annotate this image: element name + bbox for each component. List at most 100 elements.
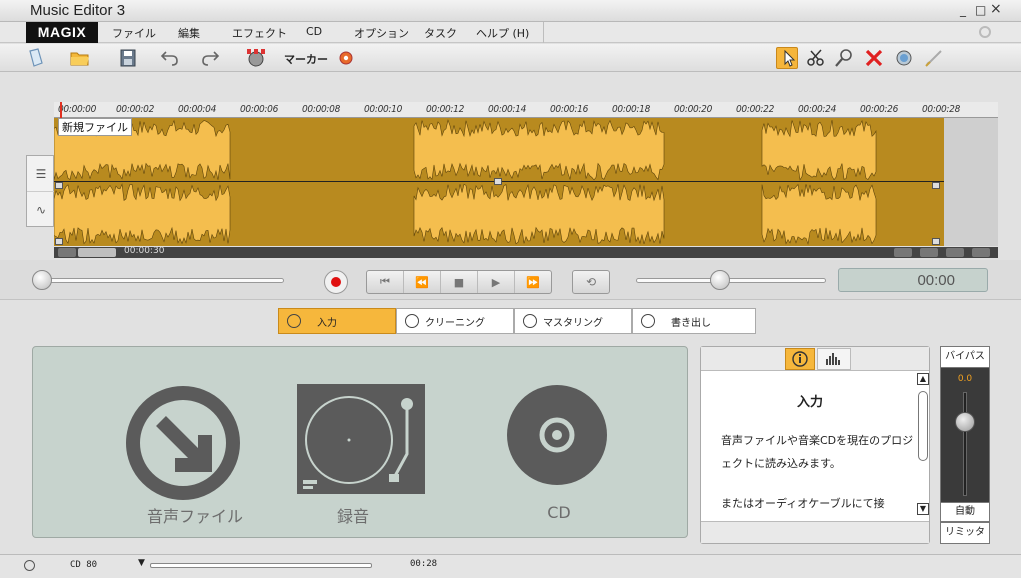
- waveform-segment: [761, 183, 877, 245]
- bypass-button[interactable]: バイパス: [940, 346, 990, 368]
- input-tab-icon: [287, 314, 301, 328]
- workflow-tabs: 入力 クリーニング マスタリング 書き出し: [278, 308, 756, 334]
- cd-capacity-bar: [150, 563, 372, 568]
- fade-handle[interactable]: [55, 182, 63, 189]
- menu-edit[interactable]: 編集: [178, 25, 200, 41]
- scroll-up-icon[interactable]: ▲: [917, 373, 929, 385]
- help-status-icon[interactable]: [979, 26, 991, 38]
- level-meter-tab[interactable]: [817, 348, 851, 370]
- info-icon: [792, 351, 808, 367]
- redo-icon[interactable]: [200, 48, 220, 68]
- timeline-scrollbar[interactable]: 00:00:30: [54, 246, 998, 258]
- meter-value: 0.0: [957, 374, 973, 384]
- level-fader-track[interactable]: [963, 392, 967, 496]
- marker-label[interactable]: マーカー: [284, 51, 328, 67]
- auto-button[interactable]: 自動: [940, 502, 990, 522]
- menu-options[interactable]: オプション: [354, 25, 409, 41]
- open-folder-icon[interactable]: [70, 48, 90, 68]
- tab-export[interactable]: 書き出し: [632, 308, 756, 334]
- scroll-left-button[interactable]: [58, 248, 76, 257]
- cut-tool-icon[interactable]: [806, 48, 826, 68]
- minimize-button[interactable]: _: [960, 3, 966, 17]
- level-fader-knob[interactable]: [955, 412, 975, 432]
- menu-task[interactable]: タスク: [424, 25, 457, 41]
- import-cd-button[interactable]: CD: [469, 347, 649, 537]
- menu-help[interactable]: ヘルプ (H): [476, 25, 529, 41]
- pen-tool-icon[interactable]: [924, 48, 944, 68]
- zoom-menu-button[interactable]: [972, 248, 990, 257]
- undo-icon[interactable]: [160, 48, 180, 68]
- info-scroll-thumb[interactable]: [918, 391, 928, 461]
- tab-cleaning[interactable]: クリーニング: [396, 308, 514, 334]
- transport-controls: ⏮ ⏪ ■ ▶ ⏩: [366, 270, 552, 294]
- fade-handle[interactable]: [55, 238, 63, 245]
- waveform-segment: [761, 119, 877, 181]
- position-slider[interactable]: [40, 278, 284, 283]
- info-panel-tabs: [701, 347, 929, 371]
- scroll-right-button[interactable]: [894, 248, 912, 257]
- fade-handle[interactable]: [932, 238, 940, 245]
- zoom-in-button[interactable]: [920, 248, 938, 257]
- info-tab[interactable]: [785, 348, 815, 370]
- audio-file-import-icon: [126, 386, 240, 500]
- ruler-tick: 00:00:00: [58, 104, 97, 115]
- info-title: 入力: [796, 395, 823, 410]
- zoom-out-button[interactable]: [946, 248, 964, 257]
- volume-slider[interactable]: [636, 278, 826, 283]
- play-button[interactable]: ▶: [478, 271, 515, 293]
- ruler-tick: 00:00:16: [550, 104, 589, 115]
- music-editor-window: Music Editor 3 _ □ × MAGIX ファイル 編集 エフェクト…: [0, 0, 1021, 578]
- import-audio-file-button[interactable]: 音声ファイル: [105, 347, 285, 537]
- info-scrollbar[interactable]: ▲ ▼: [917, 371, 929, 521]
- limiter-button[interactable]: リミッタ: [940, 522, 990, 544]
- cd-format[interactable]: CD 80: [70, 560, 97, 570]
- track-view-toggle: ☰ ∿: [26, 155, 55, 228]
- maximize-button[interactable]: □: [975, 3, 986, 17]
- timer-tool-icon[interactable]: [894, 48, 914, 68]
- volume-handle[interactable]: [494, 178, 502, 185]
- skip-start-button[interactable]: ⏮: [367, 271, 404, 293]
- fade-handle[interactable]: [932, 182, 940, 189]
- cd-format-dropdown-icon[interactable]: ▼: [138, 558, 145, 568]
- save-icon[interactable]: [118, 48, 138, 68]
- record-input-button[interactable]: 録音: [263, 347, 443, 537]
- delete-tool-icon[interactable]: [864, 48, 884, 68]
- position-slider-knob[interactable]: [32, 270, 52, 290]
- zoom-tool-icon[interactable]: [834, 48, 854, 68]
- playhead[interactable]: [60, 102, 62, 118]
- close-button[interactable]: ×: [990, 1, 1002, 17]
- pointer-tool-icon[interactable]: [779, 48, 799, 68]
- time-display: 00:00: [838, 268, 988, 292]
- scrollbar-thumb[interactable]: [78, 248, 116, 257]
- loop-button[interactable]: ⟲: [572, 270, 610, 294]
- info-footer: [701, 521, 929, 543]
- volume-slider-knob[interactable]: [710, 270, 730, 290]
- menu-divider: [543, 22, 544, 43]
- menu-file[interactable]: ファイル: [112, 25, 156, 41]
- file-name-label: 新規ファイル: [58, 118, 132, 136]
- spectrum-view-icon[interactable]: ☰: [27, 156, 55, 192]
- new-file-icon[interactable]: [26, 48, 46, 68]
- cd-status-icon[interactable]: [24, 560, 35, 571]
- wave-view-icon[interactable]: ∿: [27, 192, 55, 228]
- marker-set-icon[interactable]: [244, 48, 268, 68]
- turntable-icon: [297, 384, 425, 494]
- stop-button[interactable]: ■: [441, 271, 478, 293]
- timeline-ruler[interactable]: 00:00:00 00:00:02 00:00:04 00:00:06 00:0…: [54, 102, 998, 118]
- tab-label: 入力: [317, 317, 337, 329]
- menu-effect[interactable]: エフェクト: [232, 25, 287, 41]
- record-button[interactable]: [324, 270, 348, 294]
- tab-label: クリーニング: [425, 317, 485, 329]
- menu-cd[interactable]: CD: [306, 25, 322, 38]
- fast-forward-button[interactable]: ⏩: [515, 271, 551, 293]
- scroll-down-icon[interactable]: ▼: [917, 503, 929, 515]
- magix-logo: MAGIX: [26, 22, 98, 43]
- marker-settings-icon[interactable]: [338, 50, 354, 66]
- level-meter-icon: [826, 353, 840, 365]
- rewind-button[interactable]: ⏪: [404, 271, 441, 293]
- tab-input[interactable]: 入力: [278, 308, 396, 334]
- waveform-empty-area[interactable]: [944, 118, 998, 246]
- menu-bar: MAGIX ファイル 編集 エフェクト CD オプション タスク ヘルプ (H): [0, 22, 1021, 43]
- tab-mastering[interactable]: マスタリング: [514, 308, 632, 334]
- ruler-tick: 00:00:24: [798, 104, 837, 115]
